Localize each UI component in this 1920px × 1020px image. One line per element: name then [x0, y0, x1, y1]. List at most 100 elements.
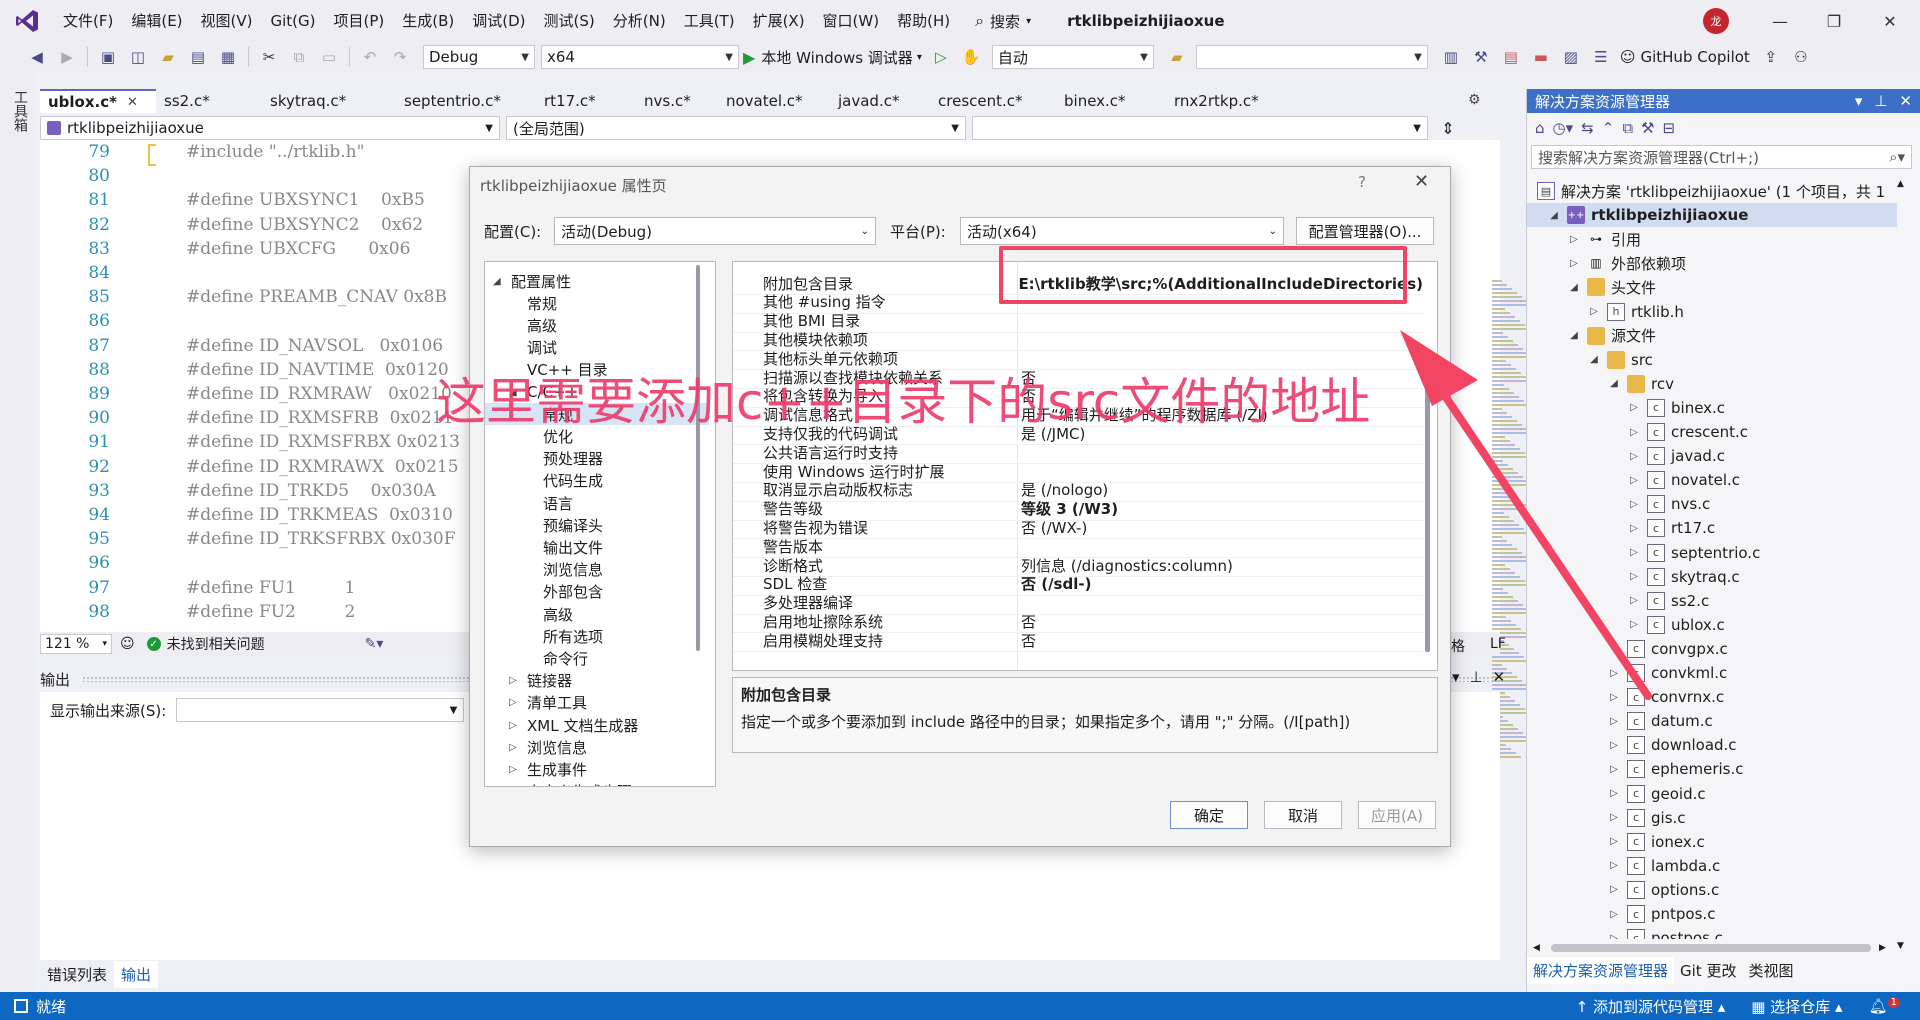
expand-arrow-icon[interactable]: ▷: [1627, 427, 1641, 438]
line-ending-indicator[interactable]: LF: [1490, 636, 1506, 652]
home-icon[interactable]: ⌂: [1535, 119, 1545, 137]
platform-select[interactable]: x64 ▼: [541, 45, 739, 69]
scope-combo[interactable]: (全局范围) ▼: [506, 116, 966, 140]
collapse-arrow-icon[interactable]: ◢: [1567, 282, 1581, 293]
menu-item[interactable]: 文件(F): [54, 0, 122, 42]
tree-node-crescentc[interactable]: ▷ c crescent.c: [1627, 420, 1748, 444]
properties-icon[interactable]: ▨: [1560, 46, 1582, 68]
cut-icon[interactable]: ✂: [258, 46, 280, 68]
navigate-forward-icon[interactable]: ▶: [56, 46, 78, 68]
project-nav-combo[interactable]: rtklibpeizhijiaoxue ▼: [40, 116, 500, 140]
tree-node-[interactable]: ▷ ⊶ 引用: [1567, 227, 1641, 251]
toolbox-tab[interactable]: 工具箱: [10, 90, 30, 132]
copilot-status-icon[interactable]: ☺: [120, 636, 135, 652]
property-tree-item[interactable]: ▷ 链接器: [509, 670, 572, 692]
property-tree-item[interactable]: ▷ XML 文档生成器: [509, 714, 638, 736]
property-grid-scrollbar[interactable]: [1425, 362, 1430, 652]
start-without-debugging-icon[interactable]: ▷: [930, 46, 952, 68]
class-view-tab[interactable]: 类视图: [1742, 957, 1799, 984]
close-icon[interactable]: ✕: [1493, 668, 1506, 686]
save-icon[interactable]: ▤: [187, 46, 209, 68]
split-editor-icon[interactable]: ⇕: [1428, 116, 1468, 140]
expand-arrow-icon[interactable]: ▷: [1607, 668, 1621, 679]
github-copilot-button[interactable]: ☺ GitHub Copilot: [1620, 48, 1750, 66]
encoding-indicator[interactable]: 格: [1451, 636, 1465, 656]
pin-icon[interactable]: ⊥: [1470, 668, 1483, 686]
tab-septentrioc[interactable]: septentrio.c*: [396, 89, 536, 113]
expand-arrow-icon[interactable]: ▷: [1567, 234, 1581, 245]
expand-arrow-icon[interactable]: ▷: [1627, 595, 1641, 606]
wrench-icon[interactable]: ⚒: [1470, 46, 1492, 68]
tree-node-[interactable]: ▷ ▥ 外部依赖项: [1567, 251, 1686, 275]
expand-arrow-icon[interactable]: ▷: [1607, 909, 1621, 920]
property-tree-item[interactable]: ▷ 生成事件: [509, 758, 587, 780]
menu-item[interactable]: 工具(T): [675, 0, 744, 42]
expand-arrow-icon[interactable]: ▷: [1627, 619, 1641, 630]
menu-item[interactable]: Git(G): [262, 0, 325, 42]
tree-node-septentrioc[interactable]: ▷ c septentrio.c: [1627, 541, 1760, 565]
collapse-arrow-icon[interactable]: ◢: [1567, 330, 1581, 341]
tree-node-convkmlc[interactable]: ▷ c convkml.c: [1607, 661, 1727, 685]
expand-arrow-icon[interactable]: ▷: [1607, 692, 1621, 703]
menu-item[interactable]: 生成(B): [393, 0, 463, 42]
property-tree-item[interactable]: 外部包含: [525, 581, 603, 603]
tree-node-novatelc[interactable]: ▷ c novatel.c: [1627, 468, 1740, 492]
history-icon[interactable]: ◷▾: [1553, 119, 1574, 137]
configuration-manager-button[interactable]: 配置管理器(O)...: [1296, 217, 1434, 245]
tree-node-ephemerisc[interactable]: ▷ c ephemeris.c: [1607, 757, 1744, 781]
platform-select-dialog[interactable]: 活动(x64) ⌄: [960, 217, 1284, 245]
tab-binexc[interactable]: binex.c*: [1056, 89, 1166, 113]
auto-select[interactable]: 自动 ▼: [991, 45, 1154, 69]
sync-icon[interactable]: ⇆: [1581, 119, 1594, 137]
cleanup-brush-icon[interactable]: ✎▾: [365, 636, 384, 652]
tab-rnx2rtkpc[interactable]: rnx2rtkp.c*: [1166, 89, 1296, 113]
expand-arrow-icon[interactable]: ▷: [1627, 451, 1641, 462]
config-select[interactable]: 活动(Debug) ⌄: [554, 217, 876, 245]
dialog-close-button[interactable]: ✕: [1414, 171, 1429, 192]
tab-rt17c[interactable]: rt17.c*: [536, 89, 636, 113]
property-tree-item[interactable]: 浏览信息: [525, 559, 603, 581]
chart-icon[interactable]: ▥: [1440, 46, 1462, 68]
expand-arrow-icon[interactable]: ▷: [1567, 258, 1581, 269]
expand-arrow-icon[interactable]: ▷: [1607, 836, 1621, 847]
property-tree-item[interactable]: 语言: [525, 492, 573, 514]
new-project-icon[interactable]: ▣: [97, 46, 119, 68]
member-combo[interactable]: ▼: [972, 116, 1428, 140]
menu-item[interactable]: 编辑(E): [122, 0, 191, 42]
property-tree-item[interactable]: 高级: [509, 314, 557, 336]
menu-item[interactable]: 帮助(H): [888, 0, 959, 42]
expand-arrow-icon[interactable]: ▷: [1607, 860, 1621, 871]
admin-icon[interactable]: ⚇: [1790, 46, 1812, 68]
pin-icon[interactable]: ⊥: [1874, 92, 1887, 110]
ok-button[interactable]: 确定: [1170, 801, 1248, 829]
tree-node-rtklibh[interactable]: ▷ h rtklib.h: [1587, 300, 1684, 324]
undo-icon[interactable]: ↶: [359, 46, 381, 68]
collapse-all-icon[interactable]: ⌃: [1602, 119, 1615, 137]
collapse-arrow-icon[interactable]: ◢: [1547, 210, 1561, 221]
tree-node-[interactable]: ◢ 源文件: [1567, 324, 1656, 348]
tree-node-optionsc[interactable]: ▷ c options.c: [1607, 878, 1719, 902]
output-source-select[interactable]: ▼: [176, 698, 465, 722]
expand-arrow-icon[interactable]: ▷: [509, 675, 523, 686]
open-folder-icon[interactable]: ▰: [157, 46, 179, 68]
tree-node-rcv[interactable]: ◢ rcv: [1607, 372, 1674, 396]
tab-javadc[interactable]: javad.c*: [830, 89, 930, 113]
navigate-back-icon[interactable]: ◀: [26, 46, 48, 68]
expand-arrow-icon[interactable]: ▷: [509, 697, 523, 708]
git-changes-tab[interactable]: Git 更改: [1674, 957, 1742, 984]
issues-indicator[interactable]: ✓ 未找到相关问题: [146, 634, 265, 654]
tab-close-icon[interactable]: ✕: [127, 95, 138, 110]
list-icon[interactable]: ☰: [1590, 46, 1612, 68]
tree-node-gisc[interactable]: ▷ c gis.c: [1607, 806, 1686, 830]
help-button[interactable]: ?: [1358, 173, 1366, 191]
close-window-button[interactable]: ✕: [1862, 0, 1918, 42]
cancel-button[interactable]: 取消: [1264, 801, 1342, 829]
tree-node-rt17c[interactable]: ▷ c rt17.c: [1627, 516, 1715, 540]
tab-ss2c[interactable]: ss2.c*: [156, 89, 262, 113]
tree-node-ubloxc[interactable]: ▷ c ublox.c: [1627, 613, 1725, 637]
share-icon[interactable]: ⇪: [1760, 46, 1782, 68]
expand-arrow-icon[interactable]: ▷: [1627, 523, 1641, 534]
error-list-tab[interactable]: 错误列表: [40, 961, 114, 988]
tree-node-src[interactable]: ◢ src: [1587, 348, 1653, 372]
menu-item[interactable]: 项目(P): [325, 0, 394, 42]
